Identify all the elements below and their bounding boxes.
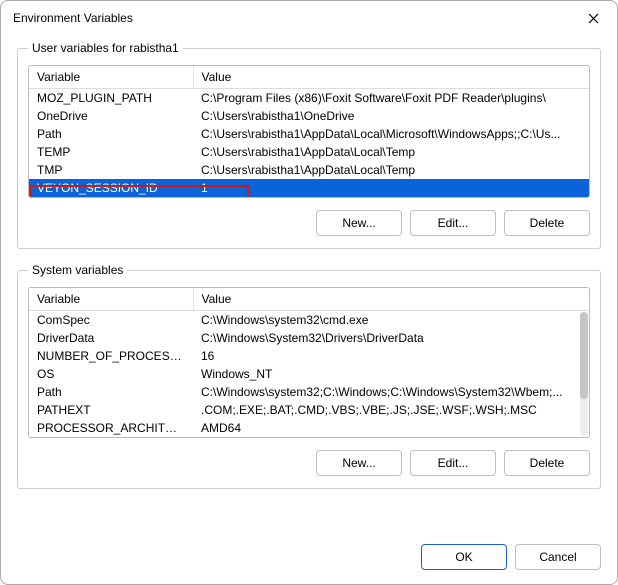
table-row[interactable]: PROCESSOR_ARCHITECTURE AMD64 — [29, 419, 589, 437]
scrollbar-thumb[interactable] — [580, 312, 588, 399]
system-scrollbar[interactable] — [580, 312, 588, 436]
user-col-variable[interactable]: Variable — [29, 66, 193, 89]
table-row[interactable]: NUMBER_OF_PROCESSORS 16 — [29, 347, 589, 365]
sys-edit-button[interactable]: Edit... — [410, 450, 496, 476]
cancel-button[interactable]: Cancel — [515, 544, 601, 570]
table-row[interactable]: OneDrive C:\Users\rabistha1\OneDrive — [29, 107, 589, 125]
close-icon[interactable] — [579, 7, 607, 29]
user-new-button[interactable]: New... — [316, 210, 402, 236]
user-variables-group: User variables for rabistha1 Variable Va… — [17, 41, 601, 249]
environment-variables-dialog: Environment Variables User variables for… — [0, 0, 618, 585]
user-delete-button[interactable]: Delete — [504, 210, 590, 236]
user-variables-legend: User variables for rabistha1 — [28, 41, 183, 55]
table-row[interactable]: OS Windows_NT — [29, 365, 589, 383]
table-row-selected[interactable]: VEYON_SESSION_ID 1 — [29, 179, 589, 197]
table-row[interactable]: ComSpec C:\Windows\system32\cmd.exe — [29, 311, 589, 330]
table-row[interactable]: Path C:\Users\rabistha1\AppData\Local\Mi… — [29, 125, 589, 143]
user-edit-button[interactable]: Edit... — [410, 210, 496, 236]
sys-col-variable[interactable]: Variable — [29, 288, 193, 311]
sys-delete-button[interactable]: Delete — [504, 450, 590, 476]
sys-col-value[interactable]: Value — [193, 288, 589, 311]
system-variables-table[interactable]: Variable Value ComSpec C:\Windows\system… — [28, 287, 590, 438]
table-row[interactable]: DriverData C:\Windows\System32\Drivers\D… — [29, 329, 589, 347]
table-row[interactable]: Path C:\Windows\system32;C:\Windows;C:\W… — [29, 383, 589, 401]
table-row[interactable]: TMP C:\Users\rabistha1\AppData\Local\Tem… — [29, 161, 589, 179]
table-row[interactable]: TEMP C:\Users\rabistha1\AppData\Local\Te… — [29, 143, 589, 161]
system-variables-group: System variables Variable Value — [17, 263, 601, 489]
sys-new-button[interactable]: New... — [316, 450, 402, 476]
titlebar: Environment Variables — [1, 1, 617, 33]
window-title: Environment Variables — [13, 11, 133, 25]
table-row[interactable]: MOZ_PLUGIN_PATH C:\Program Files (x86)\F… — [29, 89, 589, 108]
user-col-value[interactable]: Value — [193, 66, 589, 89]
ok-button[interactable]: OK — [421, 544, 507, 570]
user-variables-table[interactable]: Variable Value MOZ_PLUGIN_PATH C:\Progra… — [28, 65, 590, 198]
table-row[interactable]: PATHEXT .COM;.EXE;.BAT;.CMD;.VBS;.VBE;.J… — [29, 401, 589, 419]
system-variables-legend: System variables — [28, 263, 127, 277]
